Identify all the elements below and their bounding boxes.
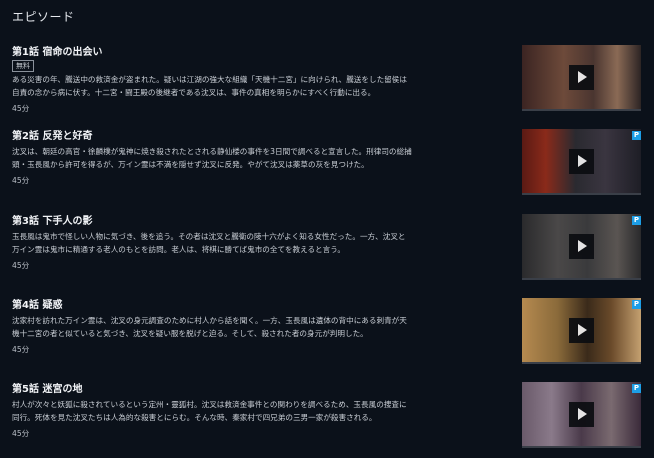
- play-icon[interactable]: [569, 402, 594, 427]
- premium-badge: P: [632, 384, 641, 393]
- episode-item-3[interactable]: 第3話 下手人の影 玉長風は鬼市で怪しい人物に気づき、後を追う。その者は沈叉と騰…: [0, 209, 654, 289]
- episode-item-4[interactable]: 第4話 疑惑 沈家村を訪れた万イン霊は、沈叉の身元調査のために村人から話を聞く。…: [0, 293, 654, 373]
- episode-description-line-2: 機十二宮の者と似ていると気づき、沈叉を疑い服を脱げと迫る。そして、殺された者の身…: [12, 329, 368, 338]
- episode-title[interactable]: 第4話 疑惑: [12, 296, 62, 311]
- play-icon[interactable]: [569, 318, 594, 343]
- episode-description-line-2: 頭・玉長風から許可を得るが、万イン霊は不満を隠せず沈叉に反発。やがて沈叉は薬草の…: [12, 160, 369, 169]
- episode-duration: 45分: [12, 345, 30, 354]
- episode-duration: 45分: [12, 261, 30, 270]
- episode-duration: 45分: [12, 429, 30, 438]
- episode-item-5[interactable]: 第5話 迷宮の地 村人が次々と妖狐に殺されているという定州・靈狐村。沈叉は救済金…: [0, 377, 654, 457]
- play-icon[interactable]: [569, 149, 594, 174]
- play-icon[interactable]: [569, 65, 594, 90]
- episode-description-line-2: 万イン霊は鬼市に精通する老人のもとを訪問。老人は、将棋に勝てば鬼市の全てを教える…: [12, 245, 345, 254]
- episode-description-line-2: 同行。死体を見た沈叉たちは人為的な殺害とにらむ。そんな時、秦家村で四兄弟の三男一…: [12, 413, 377, 422]
- episode-description-line-1: 玉長風は鬼市で怪しい人物に気づき、後を追う。その者は沈叉と騰衛の陵十六がよく知る…: [12, 232, 406, 241]
- premium-badge: P: [632, 300, 641, 309]
- episode-thumbnail[interactable]: [522, 45, 641, 109]
- episode-thumbnail[interactable]: [522, 298, 641, 362]
- episode-title[interactable]: 第1話 宿命の出会い: [12, 43, 102, 58]
- episode-description-line-1: ある災害の年、騰送中の救済金が盗まれた。疑いは江湖の強大な組織「天機十二宮」に向…: [12, 75, 407, 84]
- episode-description-line-2: 自責の念から病に伏す。十二宮・闘王殿の後継者である沈叉は、事件の真相を明らかにす…: [12, 88, 376, 97]
- episode-title[interactable]: 第3話 下手人の影: [12, 212, 92, 227]
- watch-progress-bar: [522, 278, 641, 280]
- episode-title[interactable]: 第2話 反発と好奇: [12, 127, 92, 142]
- episode-description-line-1: 沈家村を訪れた万イン霊は、沈叉の身元調査のために村人から話を聞く。一方、玉長風は…: [12, 316, 407, 325]
- episode-item-2[interactable]: 第2話 反発と好奇 沈叉は、朝廷の高官・徐麟樸が鬼神に焼き殺されたとされる静仙楼…: [0, 124, 654, 204]
- episode-thumbnail[interactable]: [522, 129, 641, 193]
- episode-item-1[interactable]: 第1話 宿命の出会い 無料 ある災害の年、騰送中の救済金が盗まれた。疑いは江湖の…: [0, 40, 654, 120]
- play-icon[interactable]: [569, 234, 594, 259]
- episode-thumbnail[interactable]: [522, 382, 641, 446]
- episode-duration: 45分: [12, 176, 30, 185]
- watch-progress-bar: [522, 446, 641, 448]
- episode-description-line-1: 沈叉は、朝廷の高官・徐麟樸が鬼神に焼き殺されたとされる静仙楼の事件を3日間で調べ…: [12, 147, 412, 156]
- episode-title[interactable]: 第5話 迷宮の地: [12, 380, 82, 395]
- premium-badge: P: [632, 216, 641, 225]
- free-badge: 無料: [12, 60, 34, 72]
- episode-thumbnail[interactable]: [522, 214, 641, 278]
- section-title: エピソード: [12, 10, 75, 24]
- episode-description-line-1: 村人が次々と妖狐に殺されているという定州・靈狐村。沈叉は救済金事件との関わりを調…: [12, 400, 407, 409]
- episode-duration: 45分: [12, 104, 30, 113]
- premium-badge: P: [632, 131, 641, 140]
- watch-progress-bar: [522, 362, 641, 364]
- watch-progress-bar: [522, 109, 641, 111]
- watch-progress-bar: [522, 193, 641, 195]
